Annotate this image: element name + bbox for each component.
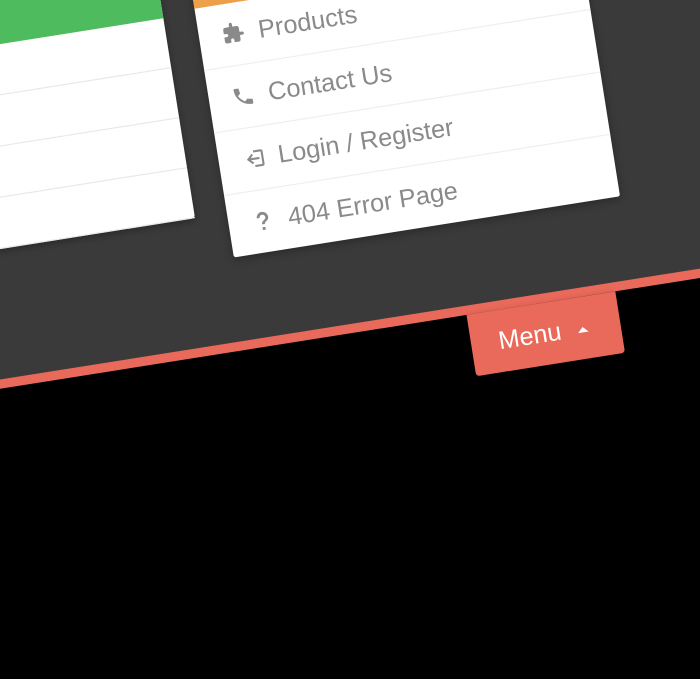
menu-item-label: Contact Us: [266, 58, 394, 107]
menu-toggle-label: Menu: [496, 317, 563, 356]
login-icon: [237, 143, 269, 175]
phone-icon: [227, 81, 259, 113]
puzzle-icon: [218, 18, 250, 50]
menu-item-label: 404 Error Page: [286, 176, 460, 232]
chevron-up-icon: [571, 316, 595, 340]
question-icon: [247, 206, 279, 238]
secondary-menu-panel: [0, 0, 195, 258]
menu-item-label: Products: [256, 0, 359, 45]
menu-column-panel: Menu Column Products Contact Us Login / …: [185, 0, 620, 257]
menu-item-label: Login / Register: [276, 112, 456, 169]
